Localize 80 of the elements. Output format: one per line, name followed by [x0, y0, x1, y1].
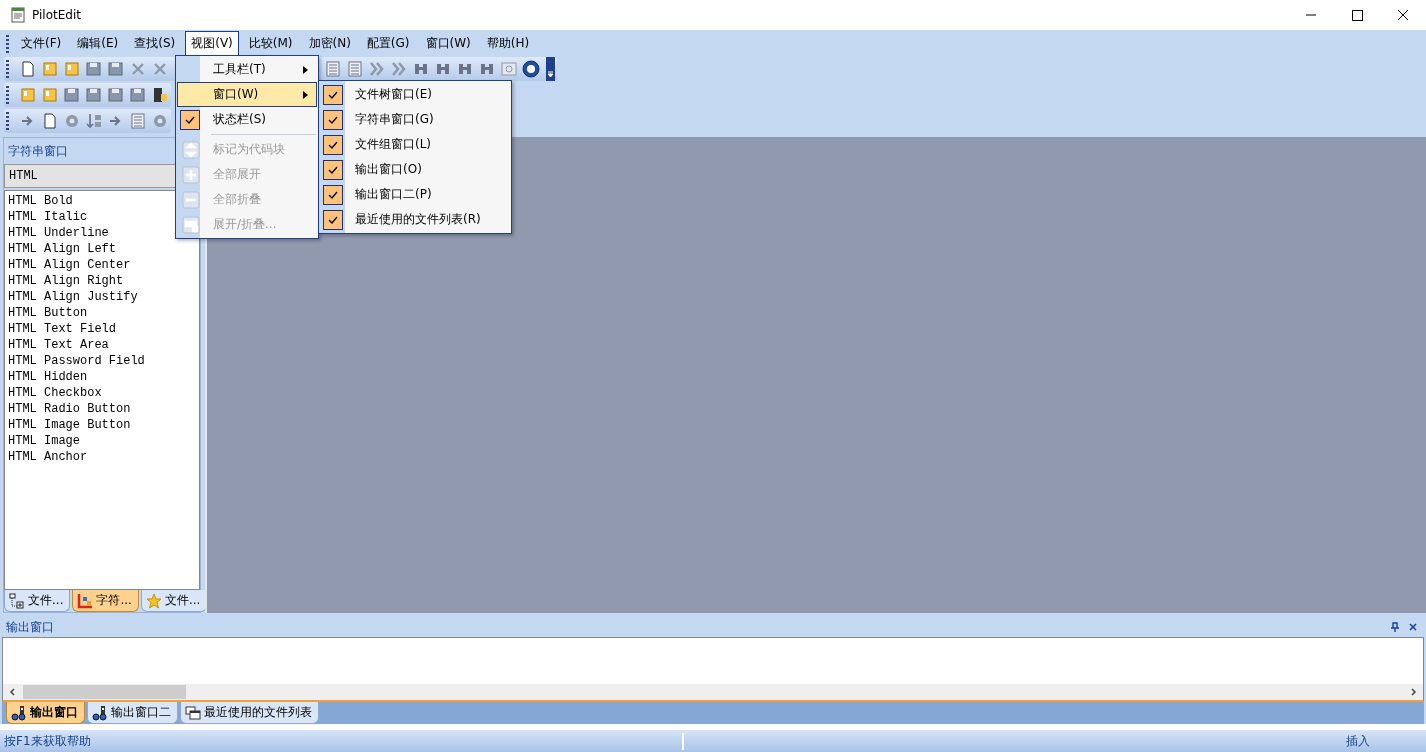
status-message: 按F1来获取帮助 — [0, 732, 684, 750]
menu-item[interactable]: 输出窗口二(P) — [320, 182, 510, 207]
panel-tab[interactable]: 输出窗口二 — [87, 702, 178, 724]
minus-icon — [182, 190, 200, 209]
menu-item[interactable]: 配置(G) — [360, 31, 416, 56]
list-item[interactable]: HTML Align Right — [8, 273, 124, 289]
grid-icon[interactable] — [346, 60, 364, 78]
list-item[interactable]: HTML Underline — [8, 225, 109, 241]
menu-item[interactable]: 窗口(W) — [419, 31, 477, 56]
panel-title: 输出窗口 — [6, 618, 54, 636]
menu-item: 全部折叠 — [177, 187, 317, 212]
grid-icon[interactable] — [129, 112, 147, 130]
list-item[interactable]: HTML Text Field — [8, 321, 117, 337]
lock-icon[interactable] — [151, 86, 169, 104]
list-item[interactable]: HTML Text Area — [8, 337, 109, 353]
panel-tab[interactable]: 输出窗口 — [6, 702, 85, 724]
menu-item: 标记为代码块 — [177, 137, 317, 162]
close-icon[interactable] — [1408, 622, 1418, 632]
scroll-right-icon[interactable] — [1408, 687, 1418, 697]
folder-icon[interactable] — [63, 60, 81, 78]
menu-item[interactable]: 视图(V) — [185, 31, 239, 56]
menu-item[interactable]: 字符串窗口(G) — [320, 107, 510, 132]
star-icon — [145, 592, 162, 609]
menu-item[interactable]: 帮助(H) — [480, 31, 536, 56]
gear-icon[interactable] — [63, 112, 81, 130]
windows-icon — [185, 704, 201, 721]
expand-icon — [182, 140, 200, 159]
grid-icon[interactable] — [324, 60, 342, 78]
list-item[interactable]: HTML Image — [8, 433, 80, 449]
menu-item[interactable]: 窗口(W) — [177, 82, 317, 107]
menu-item[interactable]: 文件组窗口(L) — [320, 132, 510, 157]
panel-tab[interactable]: 字符... — [72, 590, 139, 612]
submenu-arrow-icon — [303, 90, 308, 99]
list-item[interactable]: HTML Radio Button — [8, 401, 131, 417]
folder-icon[interactable] — [19, 86, 37, 104]
save-icon[interactable] — [85, 60, 103, 78]
menu-item[interactable]: 状态栏(S) — [177, 107, 317, 132]
list-item[interactable]: HTML Hidden — [8, 369, 88, 385]
panel-title: 字符串窗口 — [8, 142, 68, 160]
list-item[interactable]: HTML Bold — [8, 193, 73, 209]
menu-item[interactable]: 加密(N) — [302, 31, 357, 56]
list-item[interactable]: HTML Button — [8, 305, 88, 321]
pin-icon[interactable] — [1390, 622, 1400, 632]
panel-tab[interactable]: 文件... — [140, 590, 208, 612]
menu-item[interactable]: 编辑(E) — [71, 31, 125, 56]
list-item[interactable]: HTML Align Left — [8, 241, 117, 257]
menu-item: 展开/折叠... — [177, 212, 317, 237]
scroll-left-icon[interactable] — [8, 687, 18, 697]
status-mode: 插入 — [1346, 732, 1370, 750]
submenu-arrow-icon — [303, 65, 308, 74]
menu-item[interactable]: 文件树窗口(E) — [320, 82, 510, 107]
menu-item[interactable]: 查找(S) — [128, 31, 182, 56]
menu-item[interactable]: 文件(F) — [15, 31, 68, 56]
list-item[interactable]: HTML Image Button — [8, 417, 131, 433]
gear-icon[interactable] — [151, 112, 169, 130]
horizontal-scrollbar[interactable] — [2, 684, 1424, 702]
save-icon[interactable] — [85, 86, 103, 104]
overflow-icon[interactable] — [546, 57, 555, 81]
list-item[interactable]: HTML Anchor — [8, 449, 88, 465]
save-icon[interactable] — [63, 86, 81, 104]
menu-item[interactable]: 输出窗口(O) — [320, 157, 510, 182]
save-icon[interactable] — [107, 60, 125, 78]
panel-tab[interactable]: 最近使用的文件列表 — [180, 702, 319, 724]
window-title: PilotEdit — [32, 8, 81, 22]
help-icon[interactable] — [522, 60, 540, 78]
folder-icon[interactable] — [41, 86, 59, 104]
list-item[interactable]: HTML Password Field — [8, 353, 145, 369]
plus-icon — [182, 165, 200, 184]
panel-tab[interactable]: 文件... — [4, 590, 71, 612]
list-item[interactable]: HTML Align Center — [8, 257, 131, 273]
menu-item[interactable]: 最近使用的文件列表(R) — [320, 207, 510, 232]
menu-item[interactable]: 比较(M) — [242, 31, 299, 56]
app-icon — [10, 7, 26, 23]
tree-icon — [9, 592, 25, 609]
list-item[interactable]: HTML Align Justify — [8, 289, 138, 305]
list-item[interactable]: HTML Checkbox — [8, 385, 102, 401]
chart-icon — [77, 592, 94, 609]
save-icon[interactable] — [107, 86, 125, 104]
folder-icon[interactable] — [41, 60, 59, 78]
list-item[interactable]: HTML Italic — [8, 209, 88, 225]
